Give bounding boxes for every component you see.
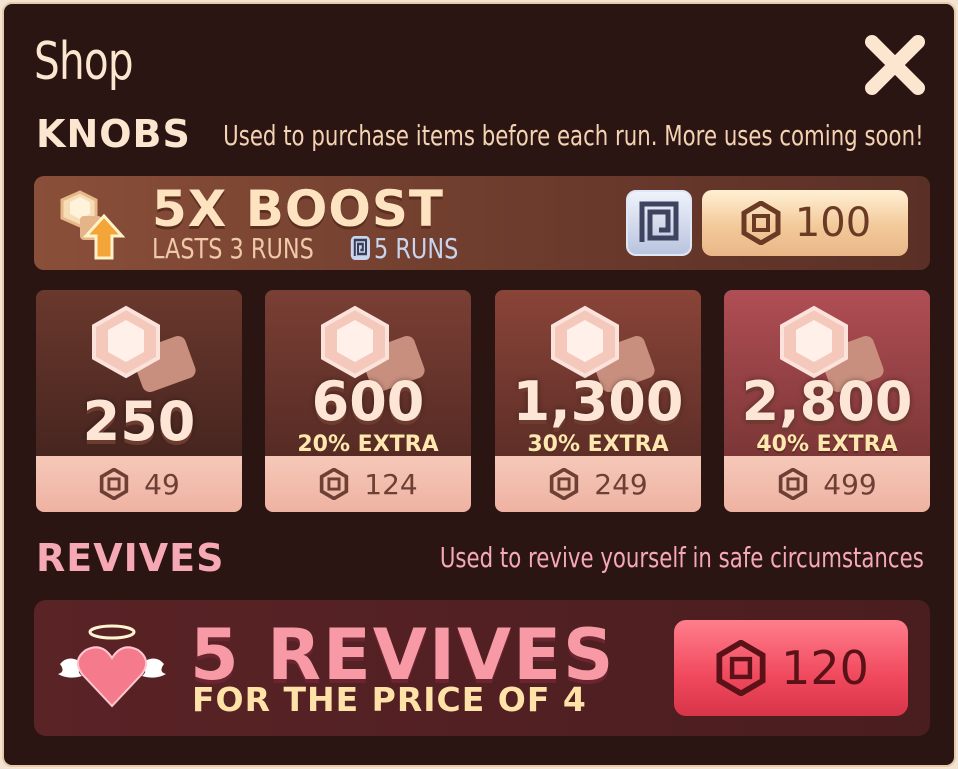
knob-pack-amount: 2,800 — [741, 370, 913, 433]
knob-pack-price: 124 — [364, 467, 418, 501]
knob-pack-bonus: 20% EXTRA — [297, 432, 439, 457]
knob-pack-price: 499 — [823, 467, 877, 501]
knob-pack-2800[interactable]: 2,800 40% EXTRA 499 — [724, 290, 930, 512]
knob-boost-icon — [60, 190, 126, 260]
knob-pack-buy-button[interactable]: 49 — [36, 456, 242, 512]
boost-title: 5X BOOST — [152, 180, 444, 238]
knob-pack-250[interactable]: 250 49 — [36, 290, 242, 512]
knob-pack-bonus: 30% EXTRA — [527, 432, 669, 457]
knobs-description: Used to purchase items before each run. … — [223, 119, 924, 152]
revives-section-title: REVIVES — [36, 536, 225, 580]
robux-icon — [320, 468, 349, 500]
knobs-section-title: KNOBS — [36, 112, 191, 156]
knob-pack-amount: 1,300 — [512, 370, 684, 433]
knob-pack-price: 249 — [594, 467, 648, 501]
robux-icon — [550, 468, 579, 500]
game-pass-icon — [350, 236, 370, 260]
game-pass-button[interactable] — [626, 190, 692, 256]
knob-pack-buy-button[interactable]: 249 — [495, 456, 701, 512]
shop-title: Shop — [34, 32, 134, 92]
knob-pack-buy-button[interactable]: 499 — [724, 456, 930, 512]
boost-pass-runs: 5 RUNS — [350, 232, 458, 265]
knob-pack-600[interactable]: 600 20% EXTRA 124 — [265, 290, 471, 512]
game-pass-icon — [639, 201, 679, 242]
revive-price: 120 — [781, 641, 869, 695]
revive-offer: 5 REVIVES FOR THE PRICE OF 4 120 — [34, 600, 930, 736]
revives-description: Used to revive yourself in safe circumst… — [440, 541, 924, 574]
robux-icon — [779, 468, 808, 500]
close-icon — [865, 35, 925, 95]
robux-icon — [716, 640, 766, 696]
close-button[interactable] — [864, 34, 926, 96]
knob-pack-price: 49 — [144, 467, 180, 501]
robux-icon — [741, 201, 781, 245]
knob-pack-amount: 250 — [82, 390, 196, 453]
knob-pack-buy-button[interactable]: 124 — [265, 456, 471, 512]
winged-heart-icon — [58, 624, 166, 708]
knob-pack-bonus: 40% EXTRA — [756, 432, 898, 457]
boost-price: 100 — [794, 200, 872, 246]
shop-window: Shop KNOBS Used to purchase items before… — [2, 2, 956, 767]
boost-offer: 5X BOOST LASTS 3 RUNS 5 RUNS 100 — [34, 176, 930, 270]
robux-icon — [99, 468, 129, 500]
knob-pack-amount: 600 — [311, 370, 425, 433]
boost-pass-runs-label: 5 RUNS — [374, 232, 459, 265]
revive-offer-subtitle: FOR THE PRICE OF 4 — [192, 680, 587, 719]
boost-buy-button[interactable]: 100 — [702, 190, 908, 256]
revive-buy-button[interactable]: 120 — [674, 620, 908, 716]
boost-duration: LASTS 3 RUNS — [152, 232, 314, 265]
knob-pack-1300[interactable]: 1,300 30% EXTRA 249 — [495, 290, 701, 512]
